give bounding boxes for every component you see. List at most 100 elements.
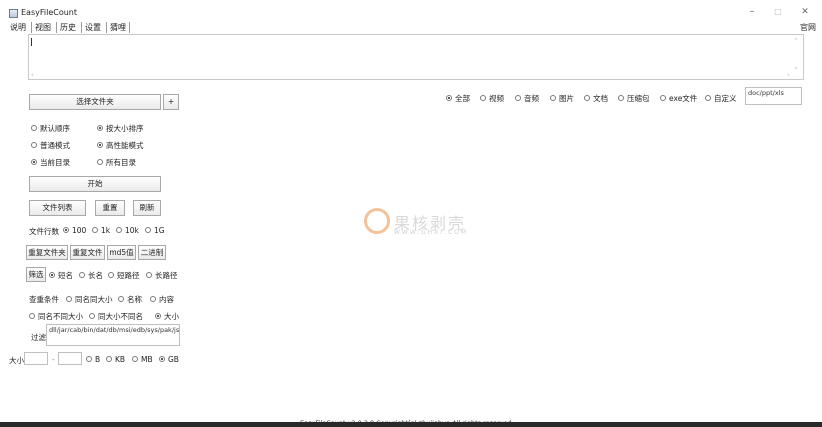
radio-selected-icon xyxy=(446,95,452,101)
dedupe-size-radio[interactable]: 大小 xyxy=(155,311,179,322)
scroll-up-icon[interactable]: ⌃ xyxy=(793,37,799,45)
radio-icon xyxy=(584,95,590,101)
custom-extension-input[interactable]: doc/ppt/xls xyxy=(745,87,802,105)
radio-icon xyxy=(86,356,92,362)
rows-10k-radio[interactable]: 10k xyxy=(116,226,139,235)
unit-b-radio[interactable]: B xyxy=(86,355,100,364)
file-list-button[interactable]: 文件列表 xyxy=(29,200,86,216)
menu-item-view[interactable]: 视图 xyxy=(31,22,54,33)
rows-1k-radio[interactable]: 1k xyxy=(92,226,110,235)
radio-selected-icon xyxy=(63,227,69,233)
radio-icon xyxy=(29,313,35,319)
path-long-radio[interactable]: 长路径 xyxy=(146,270,178,281)
minimize-button[interactable]: – xyxy=(742,6,762,18)
scroll-left-icon[interactable]: ‹ xyxy=(31,71,34,79)
size-min-input[interactable] xyxy=(24,352,48,365)
unit-gb-radio[interactable]: GB xyxy=(159,355,179,364)
duplicate-folders-button[interactable]: 重复文件夹 xyxy=(26,245,68,260)
text-caret xyxy=(31,38,32,46)
menu-item-help[interactable]: 说明 xyxy=(8,22,29,33)
radio-icon xyxy=(550,95,556,101)
watermark-logo-icon xyxy=(364,208,390,234)
refresh-button[interactable]: 刷新 xyxy=(133,200,161,216)
size-max-input[interactable] xyxy=(58,352,82,365)
radio-selected-icon xyxy=(49,272,55,278)
md5-button[interactable]: md5值 xyxy=(107,245,136,260)
radio-selected-icon xyxy=(97,125,103,131)
menu-item-website[interactable]: 官网 xyxy=(800,22,816,33)
bottom-border xyxy=(0,422,822,427)
radio-icon xyxy=(66,296,72,302)
radio-icon xyxy=(118,296,124,302)
exclude-label: 过滤 xyxy=(31,333,46,342)
dedupe-label: 查重条件 xyxy=(29,295,59,304)
radio-icon xyxy=(145,227,151,233)
radio-icon xyxy=(116,227,122,233)
scroll-down-icon[interactable]: ⌄ xyxy=(793,63,799,71)
output-textarea[interactable] xyxy=(28,34,804,80)
filetype-image-radio[interactable]: 图片 xyxy=(550,93,574,104)
filetype-all-radio[interactable]: 全部 xyxy=(446,93,470,104)
add-folder-button[interactable]: + xyxy=(163,94,179,110)
scope-all-radio[interactable]: 所有目录 xyxy=(97,157,136,168)
unit-kb-radio[interactable]: KB xyxy=(106,355,125,364)
filetype-archive-radio[interactable]: 压缩包 xyxy=(618,93,650,104)
size-label: 大小 xyxy=(9,356,24,365)
radio-icon xyxy=(705,95,711,101)
menu-item-history[interactable]: 历史 xyxy=(56,22,79,33)
unit-mb-radio[interactable]: MB xyxy=(132,355,153,364)
sort-default-radio[interactable]: 默认顺序 xyxy=(31,123,70,134)
radio-icon xyxy=(97,159,103,165)
filter-button[interactable]: 筛选 xyxy=(26,267,46,282)
scope-current-radio[interactable]: 当前目录 xyxy=(31,157,70,168)
menu-item-settings[interactable]: 设置 xyxy=(81,22,104,33)
dedupe-same-name-size-radio[interactable]: 同名同大小 xyxy=(66,294,113,305)
close-button[interactable]: ✕ xyxy=(795,6,815,18)
rows-label: 文件行数 xyxy=(29,227,59,236)
radio-icon xyxy=(92,227,98,233)
radio-selected-icon xyxy=(97,142,103,148)
exclude-extensions-input[interactable]: dll/jar/cab/bin/dat/db/msi/edb/sys/pak/j… xyxy=(46,324,180,346)
start-button[interactable]: 开始 xyxy=(29,176,161,192)
radio-icon xyxy=(146,272,152,278)
radio-icon xyxy=(31,125,37,131)
sort-by-size-radio[interactable]: 按大小排序 xyxy=(97,123,144,134)
path-short-radio[interactable]: 短路径 xyxy=(108,270,140,281)
select-folder-button[interactable]: 选择文件夹 xyxy=(29,94,161,110)
binary-button[interactable]: 二进制 xyxy=(138,245,166,260)
radio-icon xyxy=(150,296,156,302)
mode-performance-radio[interactable]: 高性能模式 xyxy=(97,140,144,151)
filetype-custom-radio[interactable]: 自定义 xyxy=(705,93,737,104)
radio-icon xyxy=(480,95,486,101)
app-icon xyxy=(9,9,18,18)
name-long-radio[interactable]: 长名 xyxy=(79,270,103,281)
dedupe-name-radio[interactable]: 名称 xyxy=(118,294,142,305)
filetype-video-radio[interactable]: 视频 xyxy=(480,93,504,104)
duplicate-files-button[interactable]: 重复文件 xyxy=(70,245,105,260)
radio-icon xyxy=(515,95,521,101)
dedupe-same-name-diff-size-radio[interactable]: 同名不同大小 xyxy=(29,311,83,322)
rows-100-radio[interactable]: 100 xyxy=(63,226,86,235)
scroll-right-icon[interactable]: › xyxy=(787,71,790,79)
maximize-button[interactable]: □ xyxy=(768,6,788,18)
size-range-dash: - xyxy=(52,355,55,364)
radio-selected-icon xyxy=(155,313,161,319)
radio-icon xyxy=(89,313,95,319)
filetype-audio-radio[interactable]: 音频 xyxy=(515,93,539,104)
reset-button[interactable]: 重置 xyxy=(95,200,125,216)
radio-icon xyxy=(660,95,666,101)
name-short-radio[interactable]: 短名 xyxy=(49,270,73,281)
radio-selected-icon xyxy=(31,159,37,165)
radio-icon xyxy=(618,95,624,101)
window-title: EasyFileCount xyxy=(21,8,78,17)
radio-icon xyxy=(106,356,112,362)
radio-icon xyxy=(108,272,114,278)
dedupe-same-size-diff-name-radio[interactable]: 同大小不同名 xyxy=(89,311,143,322)
mode-normal-radio[interactable]: 普通模式 xyxy=(31,140,70,151)
rows-1g-radio[interactable]: 1G xyxy=(145,226,165,235)
radio-icon xyxy=(132,356,138,362)
filetype-exe-radio[interactable]: exe文件 xyxy=(660,93,697,104)
menu-item-guess[interactable]: 猜哩 xyxy=(106,22,130,33)
dedupe-content-radio[interactable]: 内容 xyxy=(150,294,174,305)
filetype-document-radio[interactable]: 文档 xyxy=(584,93,608,104)
